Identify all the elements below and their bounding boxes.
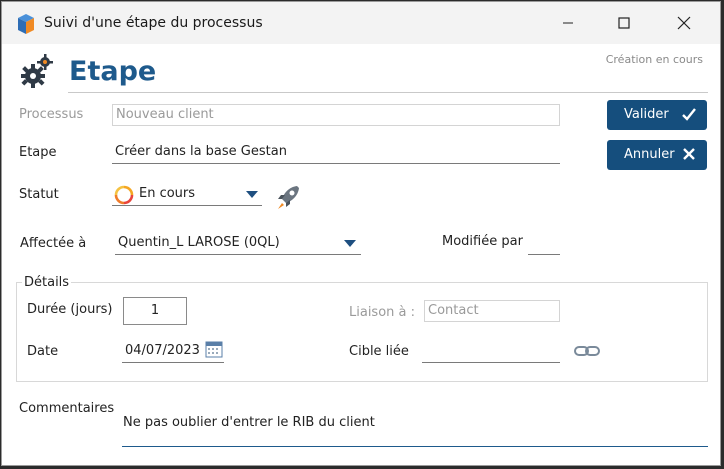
modifiee-par-field (528, 233, 560, 255)
details-group (16, 282, 708, 382)
link-icon[interactable] (574, 345, 600, 357)
annuler-button[interactable]: Annuler (607, 140, 707, 170)
commentaires-value: Ne pas oublier d'entrer le RIB du client (123, 415, 375, 430)
page-title: Etape (69, 56, 157, 87)
window-title: Suivi d'une étape du processus (44, 15, 263, 31)
cible-liee-field[interactable] (422, 341, 560, 363)
annuler-label: Annuler (624, 147, 675, 162)
header-divider (68, 92, 708, 93)
processus-label: Processus (19, 107, 84, 122)
date-value: 04/07/2023 (125, 343, 200, 358)
affectee-label: Affectée à (20, 236, 87, 251)
app-logo-icon (18, 14, 34, 34)
modifiee-par-label: Modifiée par (442, 234, 523, 249)
affectee-select[interactable]: Quentin_L LAROSE (0QL) (115, 233, 361, 255)
cross-icon (683, 148, 695, 160)
close-icon (677, 16, 691, 30)
statut-value: En cours (139, 186, 196, 201)
maximize-icon (618, 17, 630, 29)
rocket-icon[interactable] (275, 184, 301, 212)
processus-field: Nouveau client (112, 104, 560, 126)
maximize-button[interactable] (598, 2, 650, 44)
commentaires-underline (122, 446, 708, 447)
statut-label: Statut (19, 187, 59, 202)
commentaires-label: Commentaires (19, 401, 115, 416)
title-bar[interactable]: Suivi d'une étape du processus (2, 2, 720, 44)
dialog-window: Suivi d'une étape du processus Etape Cré… (1, 1, 721, 466)
statut-select[interactable]: En cours (112, 184, 262, 206)
details-title: Détails (22, 275, 72, 290)
liaison-field: Contact (424, 300, 560, 322)
duree-label: Durée (jours) (27, 302, 113, 317)
etape-label: Etape (19, 145, 57, 160)
valider-button[interactable]: Valider (607, 100, 707, 130)
chevron-down-icon (344, 240, 356, 247)
close-button[interactable] (658, 2, 710, 44)
chevron-down-icon (246, 191, 258, 198)
gears-icon (21, 54, 53, 88)
duree-input[interactable]: 1 (123, 297, 187, 325)
minimize-icon (563, 22, 573, 24)
in-progress-icon (114, 185, 134, 205)
valider-label: Valider (624, 107, 669, 122)
commentaires-textarea[interactable]: Ne pas oublier d'entrer le RIB du client (123, 415, 707, 445)
cible-liee-label: Cible liée (349, 344, 409, 359)
etape-input[interactable]: Créer dans la base Gestan (112, 142, 560, 164)
affectee-value: Quentin_L LAROSE (0QL) (118, 235, 280, 250)
minimize-button[interactable] (542, 2, 594, 44)
creation-status-text: Création en cours (605, 53, 703, 66)
liaison-label: Liaison à : (349, 305, 416, 320)
calendar-icon[interactable] (205, 340, 223, 358)
checkmark-icon (682, 108, 696, 121)
dialog-content: Etape Création en cours Processus Nouvea… (2, 44, 720, 465)
date-label: Date (27, 344, 59, 359)
